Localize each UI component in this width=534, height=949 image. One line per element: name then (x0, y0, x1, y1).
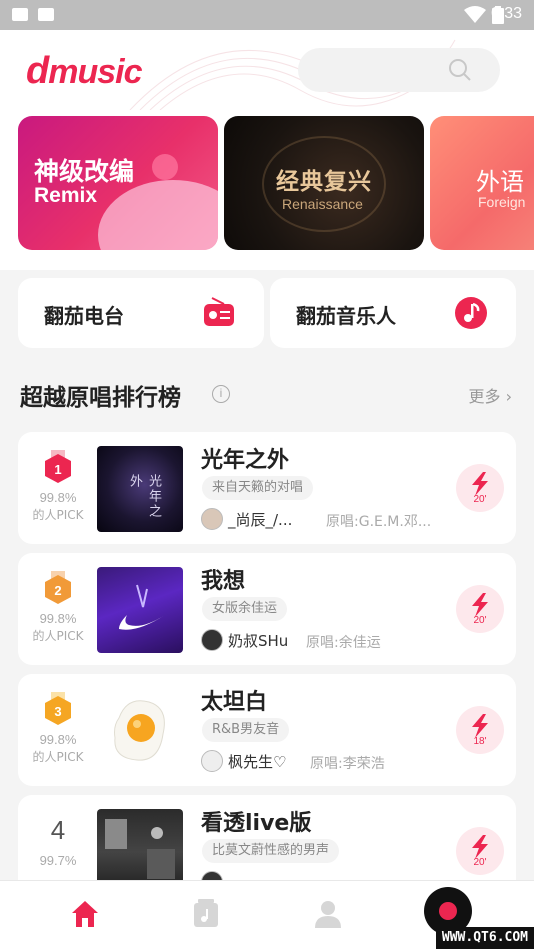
song-title: 太坦白 (201, 690, 268, 715)
song-title: 光年之外 (201, 448, 290, 473)
svg-text:1: 1 (54, 462, 61, 477)
pick-percent: 99.8% (39, 490, 77, 505)
musician-entry[interactable]: 翻茄音乐人 (270, 278, 516, 348)
banner-subtitle: Renaissance (282, 196, 363, 212)
watermark: WWW.QT6.COM (435, 927, 534, 949)
wifi-icon (464, 6, 486, 23)
svg-text:2: 2 (54, 583, 61, 598)
duration: 20' (473, 857, 487, 868)
singer-name: _尚辰_/... (228, 511, 293, 529)
status-time: 6:33 (490, 5, 522, 22)
pick-label: 的人PICK (32, 750, 84, 764)
song-tag: R&B男友音 (202, 718, 290, 742)
original-singer: 原唱:李荣浩 (310, 756, 385, 772)
singer-name: 枫先生♡ (228, 753, 287, 771)
radio-entry-label: 翻茄电台 (44, 304, 124, 328)
search-bar[interactable] (298, 48, 500, 92)
song-card-2[interactable]: 2 99.8% 的人PICK 我想 女版余佳运 奶叔SHu 原唱:余佳运 20' (18, 553, 516, 665)
banner-subtitle: Foreign (478, 194, 526, 210)
fried-egg-icon (114, 700, 165, 761)
song-card-3[interactable]: 3 99.8% 的人PICK 太坦白 R&B男友音 枫先生♡ 原唱:李荣浩 18… (18, 674, 516, 786)
original-singer: 原唱:余佳运 (306, 635, 381, 651)
info-icon[interactable]: i (212, 385, 230, 403)
album-cover[interactable]: 光年之外 (97, 446, 183, 532)
play-button[interactable]: 20' (456, 585, 504, 633)
app-logo: dmusic (26, 50, 142, 92)
lightning-icon (472, 593, 488, 617)
avatar (201, 750, 223, 772)
banner-carousel[interactable]: 神级改编 Remix 经典复兴 Renaissance 外语 Foreign (0, 110, 534, 270)
pick-percent: 99.8% (39, 611, 77, 626)
song-tag: 比莫文蔚性感的男声 (202, 839, 340, 863)
duration: 18' (473, 736, 487, 747)
profile-icon[interactable] (314, 899, 342, 929)
header: dmusic (0, 30, 534, 110)
cover-text: 光年之外 (127, 474, 161, 519)
singer-name: 奶叔SHu (228, 632, 289, 650)
avatar (201, 629, 223, 651)
banner-subtitle: Remix (34, 184, 98, 207)
section-title: 超越原唱排行榜 (20, 385, 181, 411)
notification-icon (12, 8, 28, 21)
lightning-icon (472, 472, 488, 496)
music-note-icon (455, 297, 487, 329)
rank-number: 4 (50, 815, 66, 845)
notification-icon (38, 8, 54, 21)
banner-title: 经典复兴 (276, 169, 372, 195)
song-card-1[interactable]: 1 99.8% 的人PICK 光年之外 光年之外 来自天籁的对唱 _尚辰_/..… (18, 432, 516, 544)
song-title: 我想 (201, 569, 246, 594)
pick-percent: 99.7% (39, 853, 77, 868)
banner-remix[interactable]: 神级改编 Remix (18, 116, 218, 250)
more-link[interactable]: 更多 › (469, 383, 513, 407)
avatar (201, 508, 223, 530)
banner-decoration (98, 180, 218, 250)
search-icon (449, 59, 471, 81)
album-cover[interactable] (97, 688, 183, 774)
album-cover[interactable] (97, 567, 183, 653)
song-tag: 来自天籁的对唱 (202, 476, 314, 500)
pick-label: 的人PICK (32, 629, 84, 643)
play-button[interactable]: 20' (456, 464, 504, 512)
banner-decoration (152, 154, 178, 180)
lightning-icon (472, 714, 488, 738)
radio-entry[interactable]: 翻茄电台 (18, 278, 264, 348)
home-icon[interactable] (70, 899, 100, 929)
rank-medal-icon: 2 (45, 571, 71, 604)
rank-medal-icon: 3 (45, 692, 71, 725)
lightning-icon (472, 835, 488, 859)
play-button[interactable]: 20' (456, 827, 504, 875)
song-title: 看透live版 (201, 811, 312, 836)
musician-entry-label: 翻茄音乐人 (296, 304, 396, 328)
pick-percent: 99.8% (39, 732, 77, 747)
rank-medal-icon: 1 (45, 450, 71, 483)
pick-label: 的人PICK (32, 508, 84, 522)
duration: 20' (473, 615, 487, 626)
svg-text:3: 3 (54, 704, 61, 719)
banner-title: 外语 (476, 168, 524, 196)
duration: 20' (473, 494, 487, 505)
disc-center-icon (439, 902, 457, 920)
status-bar: 6:33 (0, 0, 534, 30)
original-singer: 原唱:G.E.M.邓... (326, 514, 432, 530)
song-tag: 女版余佳运 (202, 597, 288, 621)
banner-title: 神级改编 (34, 157, 135, 186)
banner-foreign[interactable]: 外语 Foreign (430, 116, 534, 250)
play-button[interactable]: 18' (456, 706, 504, 754)
playlist-icon[interactable] (192, 899, 220, 929)
radio-icon (204, 297, 234, 326)
cover-swoosh-icon (119, 584, 165, 630)
banner-renaissance[interactable]: 经典复兴 Renaissance (224, 116, 424, 250)
